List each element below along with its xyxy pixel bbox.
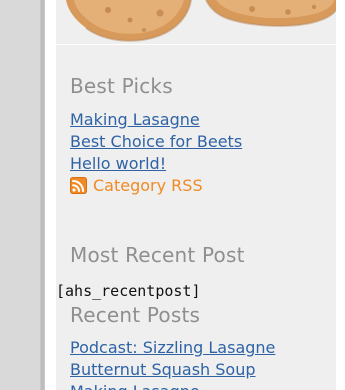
banner-image <box>56 0 336 44</box>
left-spacer <box>46 0 56 390</box>
rss-icon-glyph <box>72 180 84 192</box>
page: Best Picks Making Lasagne Best Choice fo… <box>0 0 345 390</box>
recent-posts-link-1[interactable]: Podcast: Sizzling Lasagne <box>70 338 275 357</box>
sidebar-panel <box>56 0 336 390</box>
best-picks-heading: Best Picks <box>70 74 173 98</box>
left-divider <box>40 0 45 390</box>
left-gutter <box>0 0 44 390</box>
banner-divider <box>56 44 336 45</box>
recent-posts-link-2[interactable]: Butternut Squash Soup <box>70 360 256 379</box>
best-picks-link-3[interactable]: Hello world! <box>70 154 166 173</box>
recent-posts-heading: Recent Posts <box>70 303 201 327</box>
best-picks-link-1[interactable]: Making Lasagne <box>70 110 200 129</box>
best-picks-link-2[interactable]: Best Choice for Beets <box>70 132 242 151</box>
most-recent-post-heading: Most Recent Post <box>70 243 245 267</box>
cookie-image <box>56 0 336 44</box>
recent-posts-link-3[interactable]: Making Lasagne <box>70 382 200 390</box>
recent-post-shortcode: [ahs_recentpost] <box>56 282 201 300</box>
rss-icon <box>70 177 87 194</box>
category-rss-label: Category RSS <box>93 176 203 195</box>
category-rss-link[interactable]: Category RSS <box>70 176 203 195</box>
